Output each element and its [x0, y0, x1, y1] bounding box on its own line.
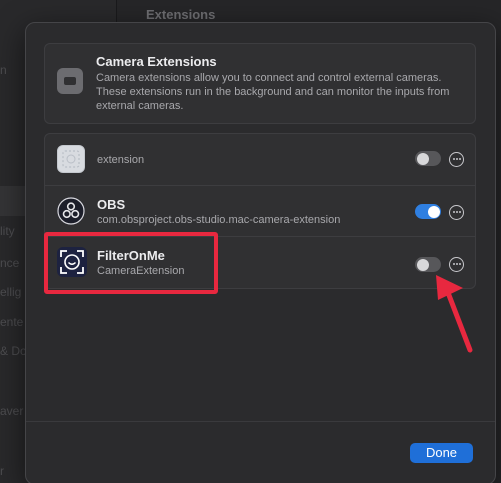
red-arrow-annotation: [436, 275, 473, 353]
